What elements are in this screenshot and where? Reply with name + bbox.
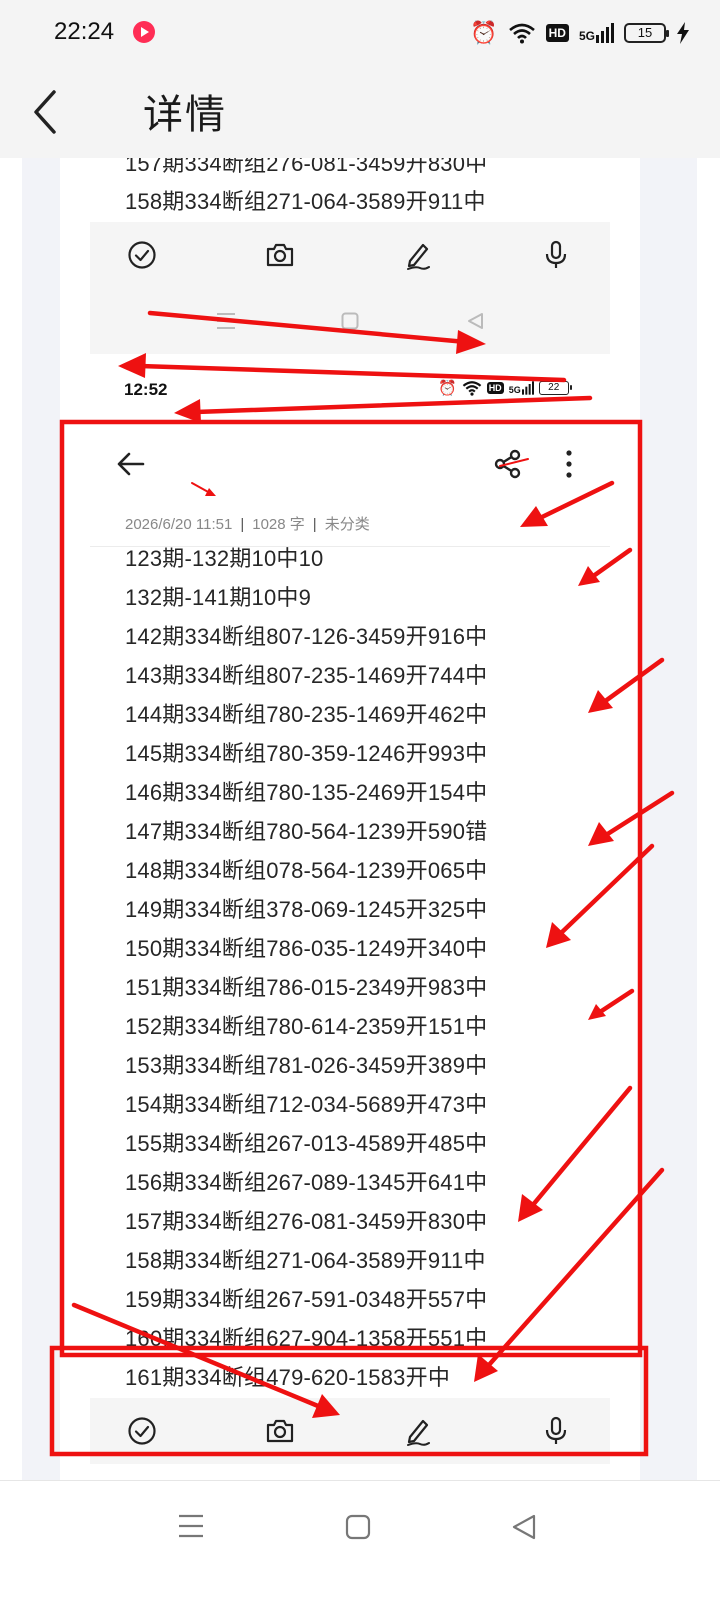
note-word-count: 1028 字 [252, 516, 305, 533]
back-arrow-icon[interactable] [116, 451, 146, 477]
note-line: 145期334断组780-359-1246开993中 [125, 741, 488, 766]
system-nav-bar [0, 1480, 720, 1612]
note-category: 未分类 [324, 516, 370, 533]
note-line: 157期334断组276-081-3459开830中 [125, 1209, 488, 1234]
camera-icon[interactable] [264, 1415, 296, 1447]
note-meta: 2026/6/20 11:51 | 1028 字 | 未分类 [125, 513, 370, 534]
editor-toolbar-top [90, 222, 610, 288]
back-triangle-icon[interactable] [511, 1514, 537, 1540]
signal-icon: 5G [579, 23, 614, 43]
checklist-icon[interactable] [126, 1415, 158, 1447]
alarm-icon: ⏰ [470, 20, 498, 45]
note-line: 153期334断组781-026-3459开389中 [125, 1053, 488, 1078]
note-line: 144期334断组780-235-1469开462中 [125, 702, 488, 727]
microphone-icon[interactable] [540, 1415, 572, 1447]
checklist-icon[interactable] [126, 239, 158, 271]
status-time: 22:24 [54, 18, 115, 45]
status-icons: ⏰ HD 5G 15 [470, 18, 690, 48]
share-icon[interactable] [493, 449, 523, 479]
note-line: 155期334断组267-013-4589开485中 [125, 1131, 488, 1156]
charging-icon [677, 22, 689, 44]
inner-home-icon [341, 312, 359, 330]
note-line: 123期-132期10中10 [125, 546, 324, 571]
hd-badge: HD [486, 382, 504, 394]
note-line: 160期334断组627-904-1358开551中 [125, 1326, 488, 1351]
video-app-icon [133, 21, 155, 43]
inner-nav-bar [90, 288, 610, 354]
camera-icon[interactable] [264, 239, 296, 271]
editor-toolbar-bottom [90, 1398, 610, 1464]
home-icon[interactable] [345, 1514, 371, 1540]
pen-icon[interactable] [402, 239, 434, 271]
inner-status-icons: ⏰ HD 5G 22 [438, 379, 572, 397]
note-line: 152期334断组780-614-2359开151中 [125, 1014, 488, 1039]
note-line: 158期334断组271-064-3589开911中 [125, 189, 486, 214]
wifi-icon [508, 23, 535, 44]
inner-back-icon [468, 313, 483, 329]
pen-icon[interactable] [402, 1415, 434, 1447]
page-title: 详情 [143, 93, 227, 137]
note-line: 156期334断组267-089-1345开641中 [125, 1170, 488, 1195]
more-options-icon[interactable] [558, 449, 580, 479]
note-line: 158期334断组271-064-3589开911中 [125, 1248, 486, 1273]
note-line: 132期-141期10中9 [125, 585, 312, 610]
note-line: 142期334断组807-126-3459开916中 [125, 624, 488, 649]
note-line: 146期334断组780-135-2469开154中 [125, 780, 488, 805]
status-bar: 22:24 ⏰ HD 5G 15 [0, 0, 720, 66]
signal-icon: 5G [509, 381, 534, 395]
back-chevron-icon[interactable] [28, 86, 64, 138]
battery-icon: 22 [538, 381, 572, 395]
menu-icon[interactable] [178, 1514, 204, 1538]
alarm-icon: ⏰ [438, 379, 457, 397]
note-line: 161期334断组479-620-1583开中 [125, 1365, 451, 1390]
note-line: 150期334断组786-035-1249开340中 [125, 936, 488, 961]
meta-separator: | [240, 516, 245, 533]
note-date: 2026/6/20 11:51 [125, 516, 233, 533]
hd-badge: HD [545, 24, 569, 42]
note-line: 149期334断组378-069-1245开325中 [125, 897, 488, 922]
wifi-icon [462, 381, 481, 396]
note-line: 159期334断组267-591-0348开557中 [125, 1287, 488, 1312]
note-line: 148期334断组078-564-1239开065中 [125, 858, 488, 883]
note-line: 154期334断组712-034-5689开473中 [125, 1092, 488, 1117]
microphone-icon[interactable] [540, 239, 572, 271]
note-line: 143期334断组807-235-1469开744中 [125, 663, 488, 688]
meta-separator: | [312, 516, 317, 533]
inner-menu-icon [217, 313, 235, 329]
inner-status-time: 12:52 [124, 380, 168, 399]
note-line: 151期334断组786-015-2349开983中 [125, 975, 488, 1000]
battery-icon: 15 [624, 23, 669, 43]
note-line: 147期334断组780-564-1239开590错 [125, 819, 488, 844]
